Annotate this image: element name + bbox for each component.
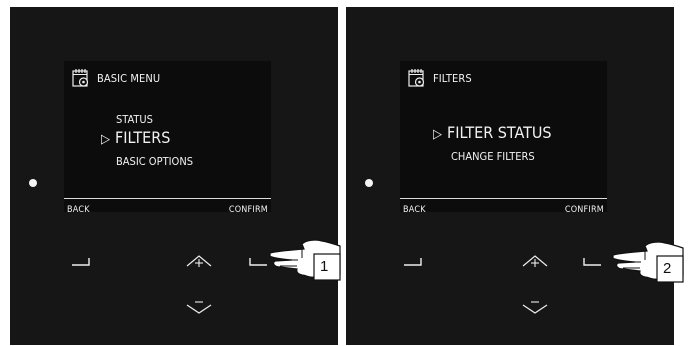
up-arrow-plus-icon[interactable] bbox=[522, 252, 548, 268]
softkey-confirm-label: CONFIRM bbox=[564, 205, 604, 215]
selection-cursor-icon: ▷ bbox=[433, 127, 442, 142]
status-led bbox=[29, 179, 37, 187]
calendar-gear-icon bbox=[408, 68, 426, 88]
back-key[interactable] bbox=[403, 257, 423, 267]
screen-title: BASIC MENU bbox=[97, 71, 161, 85]
confirm-key[interactable] bbox=[248, 257, 268, 267]
back-key[interactable] bbox=[71, 257, 91, 267]
calendar-gear-icon bbox=[72, 68, 90, 88]
pointing-hand-icon: 1 bbox=[268, 232, 342, 282]
menu-item-change-filters[interactable]: CHANGE FILTERS bbox=[451, 150, 535, 163]
screen-title: FILTERS bbox=[433, 71, 472, 85]
display-screen: BASIC MENU STATUS ▷ FILTERS BASIC OPTION… bbox=[64, 61, 271, 215]
control-panel-basic-menu: BASIC MENU STATUS ▷ FILTERS BASIC OPTION… bbox=[10, 7, 338, 345]
down-arrow-minus-icon[interactable] bbox=[522, 299, 548, 315]
selection-cursor-icon: ▷ bbox=[101, 132, 110, 147]
down-arrow-minus-icon[interactable] bbox=[186, 299, 212, 315]
pointing-hand-icon: 2 bbox=[611, 234, 685, 284]
menu-item-filter-status[interactable]: FILTER STATUS bbox=[447, 123, 552, 142]
softkey-confirm-label: CONFIRM bbox=[228, 205, 268, 215]
status-led bbox=[365, 179, 373, 187]
callout-number: 2 bbox=[663, 260, 672, 277]
menu-item-basic-options[interactable]: BASIC OPTIONS bbox=[116, 155, 193, 168]
menu-item-filters[interactable]: FILTERS bbox=[115, 128, 170, 147]
control-panel-filters: FILTERS ▷ FILTER STATUS CHANGE FILTERS B… bbox=[346, 7, 674, 345]
softkey-back-label: BACK bbox=[67, 205, 90, 215]
up-arrow-plus-icon[interactable] bbox=[186, 252, 212, 268]
menu-item-status[interactable]: STATUS bbox=[116, 113, 153, 126]
softkey-divider bbox=[400, 198, 607, 199]
softkey-divider bbox=[64, 198, 271, 199]
callout-number: 1 bbox=[320, 258, 329, 275]
screen-header: BASIC MENU bbox=[72, 67, 160, 89]
softkey-back-label: BACK bbox=[403, 205, 426, 215]
confirm-key[interactable] bbox=[582, 257, 602, 267]
display-screen: FILTERS ▷ FILTER STATUS CHANGE FILTERS B… bbox=[400, 61, 607, 215]
screen-header: FILTERS bbox=[408, 67, 472, 89]
